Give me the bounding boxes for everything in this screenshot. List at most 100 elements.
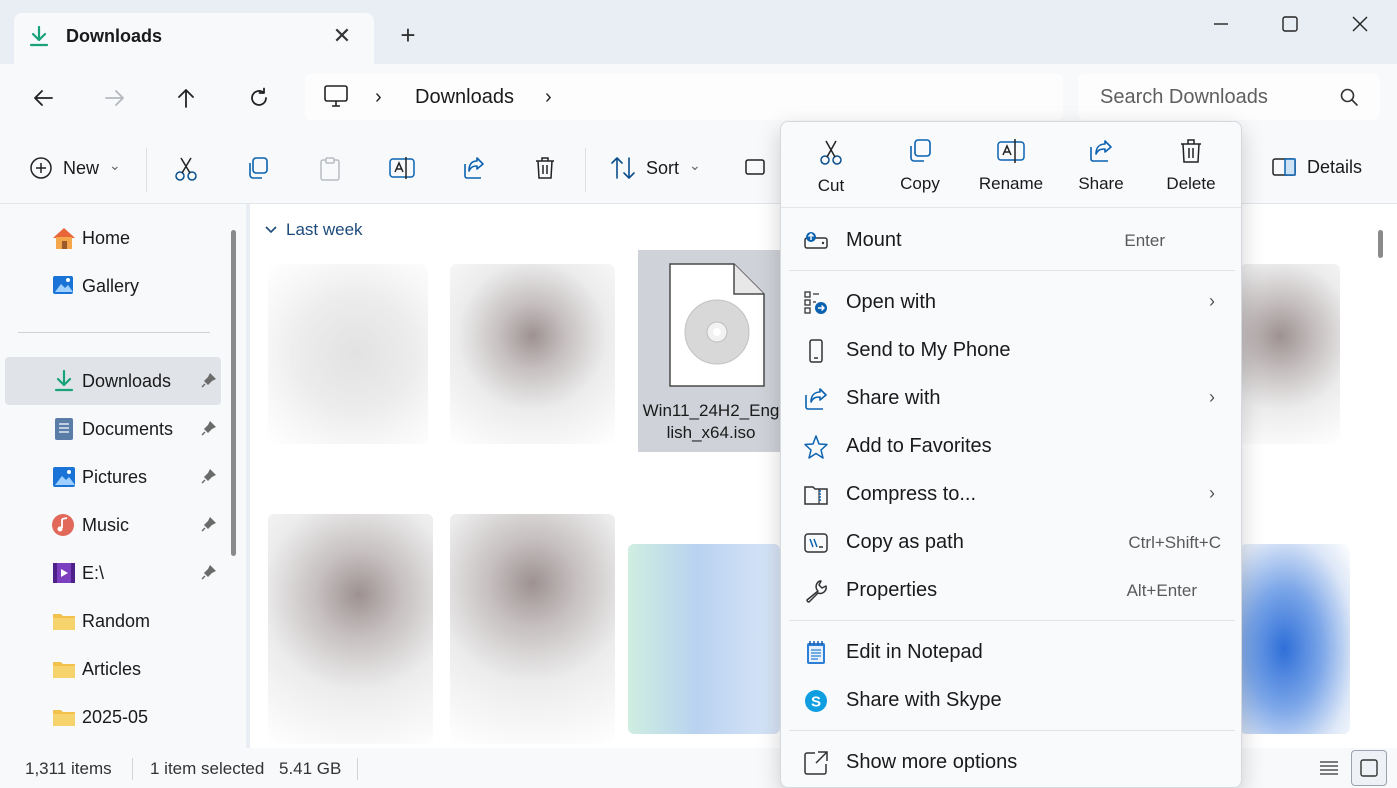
paste-toolbar-button[interactable] xyxy=(318,156,342,182)
pin-icon[interactable] xyxy=(201,372,217,388)
pin-icon[interactable] xyxy=(201,468,217,484)
sidebar-item-label: Home xyxy=(82,228,131,248)
menu-item-compress-to[interactable]: Compress to... › xyxy=(789,471,1235,517)
menu-item-label: Copy as path xyxy=(846,531,964,553)
delete-toolbar-button[interactable] xyxy=(534,156,556,180)
menu-item-share-with-skype[interactable]: S Share with Skype xyxy=(789,677,1235,723)
pin-icon[interactable] xyxy=(201,420,217,436)
selected-file-tile[interactable]: Win11_24H2_Eng lish_x64.iso xyxy=(638,250,784,452)
details-button[interactable]: Details xyxy=(1271,156,1362,178)
rename-icon xyxy=(389,157,415,179)
refresh-button[interactable] xyxy=(243,82,275,114)
menu-item-label: Compress to... xyxy=(846,483,977,505)
sidebar-item-articles[interactable]: Articles xyxy=(5,645,221,693)
folder-icon xyxy=(53,662,75,678)
this-pc-icon xyxy=(324,85,348,107)
blurred-file-thumbnail[interactable] xyxy=(1240,544,1350,734)
delete-button[interactable]: Delete xyxy=(1151,136,1231,200)
menu-divider xyxy=(789,730,1235,731)
sidebar-divider xyxy=(18,332,210,333)
blurred-file-thumbnail[interactable] xyxy=(450,514,615,744)
blurred-file-thumbnail[interactable] xyxy=(450,264,615,444)
view-button[interactable] xyxy=(744,156,766,178)
trash-icon xyxy=(536,157,554,179)
rename-toolbar-button[interactable] xyxy=(389,156,415,180)
chevron-down-icon xyxy=(265,226,277,234)
rename-button[interactable]: Rename xyxy=(971,136,1051,200)
up-button[interactable] xyxy=(170,82,202,114)
download-icon xyxy=(54,369,74,392)
sidebar-item-home[interactable]: Home xyxy=(5,214,221,262)
sidebar-item-random[interactable]: Random xyxy=(5,597,221,645)
music-icon xyxy=(52,514,74,536)
item-count: 1,311 items xyxy=(25,759,112,778)
breadcrumb-chevron-icon[interactable]: › xyxy=(375,86,382,109)
tiles-view-button[interactable] xyxy=(1351,750,1387,786)
cut-toolbar-button[interactable] xyxy=(174,156,198,182)
sidebar-item-downloads[interactable]: Downloads xyxy=(5,357,221,405)
tab-downloads[interactable]: Downloads ✕ xyxy=(14,13,374,64)
blurred-file-thumbnail[interactable] xyxy=(628,544,780,734)
menu-item-edit-in-notepad[interactable]: Edit in Notepad xyxy=(789,629,1235,675)
copy-toolbar-button[interactable] xyxy=(246,156,270,180)
sidebar-item-label: Documents xyxy=(82,419,174,439)
search-input[interactable]: Search Downloads xyxy=(1100,86,1268,109)
menu-item-share-with[interactable]: Share with › xyxy=(789,375,1235,421)
blurred-file-thumbnail[interactable] xyxy=(268,514,433,744)
blurred-file-thumbnail[interactable] xyxy=(1240,264,1340,444)
rename-label: Rename xyxy=(978,174,1044,193)
details-view-button[interactable] xyxy=(1311,750,1347,786)
copy-button[interactable]: Copy xyxy=(880,136,960,200)
plus-circle-icon xyxy=(30,157,52,179)
cut-button[interactable]: Cut xyxy=(791,136,871,200)
share-button[interactable]: Share xyxy=(1061,136,1141,200)
selection-count: 1 item selected xyxy=(150,759,265,778)
menu-item-copy-as-path[interactable]: Copy as path Ctrl+Shift+C xyxy=(789,519,1235,565)
menu-item-show-more-options[interactable]: Show more options xyxy=(789,739,1235,785)
menu-divider xyxy=(789,270,1235,271)
sidebar-item-gallery[interactable]: Gallery xyxy=(5,262,221,310)
menu-item-send-to-phone[interactable]: Send to My Phone xyxy=(789,327,1235,373)
search-box[interactable]: Search Downloads xyxy=(1078,74,1380,120)
new-tab-button[interactable]: + xyxy=(394,22,422,50)
mount-icon xyxy=(804,232,828,249)
sidebar-item-music[interactable]: Music xyxy=(5,501,221,549)
group-header-label: Last week xyxy=(286,220,363,239)
sort-button[interactable]: Sort ⌄ xyxy=(610,156,701,180)
share-toolbar-button[interactable] xyxy=(462,156,486,180)
breadcrumb-downloads[interactable]: Downloads xyxy=(415,86,514,109)
list-view-icon xyxy=(1320,761,1338,775)
sidebar-item-2025-05[interactable]: 2025-05 xyxy=(5,693,221,741)
sidebar-item-documents[interactable]: Documents xyxy=(5,405,221,453)
minimize-button[interactable] xyxy=(1201,8,1241,40)
blurred-file-thumbnail[interactable] xyxy=(268,264,428,444)
sidebar-item-label: Pictures xyxy=(82,467,148,487)
close-window-button[interactable] xyxy=(1340,8,1380,40)
sidebar-item-pictures[interactable]: Pictures xyxy=(5,453,221,501)
forward-button[interactable] xyxy=(99,82,131,114)
file-name-line: Win11_24H2_Eng xyxy=(642,401,780,420)
pin-icon[interactable] xyxy=(201,564,217,580)
new-button[interactable]: New ⌄ xyxy=(29,156,121,180)
address-bar[interactable]: › Downloads › xyxy=(305,74,1063,120)
cut-label: Cut xyxy=(817,176,845,195)
group-header-last-week[interactable]: Last week xyxy=(264,220,363,240)
show-more-options-icon xyxy=(804,751,828,775)
back-button[interactable] xyxy=(27,82,59,114)
menu-item-add-to-favorites[interactable]: Add to Favorites xyxy=(789,423,1235,469)
sidebar-item-e-drive[interactable]: E:\ xyxy=(5,549,221,597)
menu-item-mount[interactable]: Mount Enter xyxy=(789,217,1235,263)
menu-item-properties[interactable]: Properties Alt+Enter xyxy=(789,567,1235,613)
content-scrollbar[interactable] xyxy=(1378,230,1383,258)
breadcrumb-chevron-icon[interactable]: › xyxy=(545,86,552,109)
details-pane-icon xyxy=(1272,158,1296,176)
tab-close-button[interactable]: ✕ xyxy=(330,25,354,49)
selection-size: 5.41 GB xyxy=(279,759,342,778)
maximize-button[interactable] xyxy=(1270,8,1310,40)
pin-icon[interactable] xyxy=(201,516,217,532)
sidebar-scrollbar[interactable] xyxy=(231,230,236,556)
copy-label: Copy xyxy=(900,174,940,193)
menu-item-open-with[interactable]: Open with › xyxy=(789,279,1235,325)
copy-icon xyxy=(910,139,931,162)
video-drive-icon xyxy=(53,563,75,583)
